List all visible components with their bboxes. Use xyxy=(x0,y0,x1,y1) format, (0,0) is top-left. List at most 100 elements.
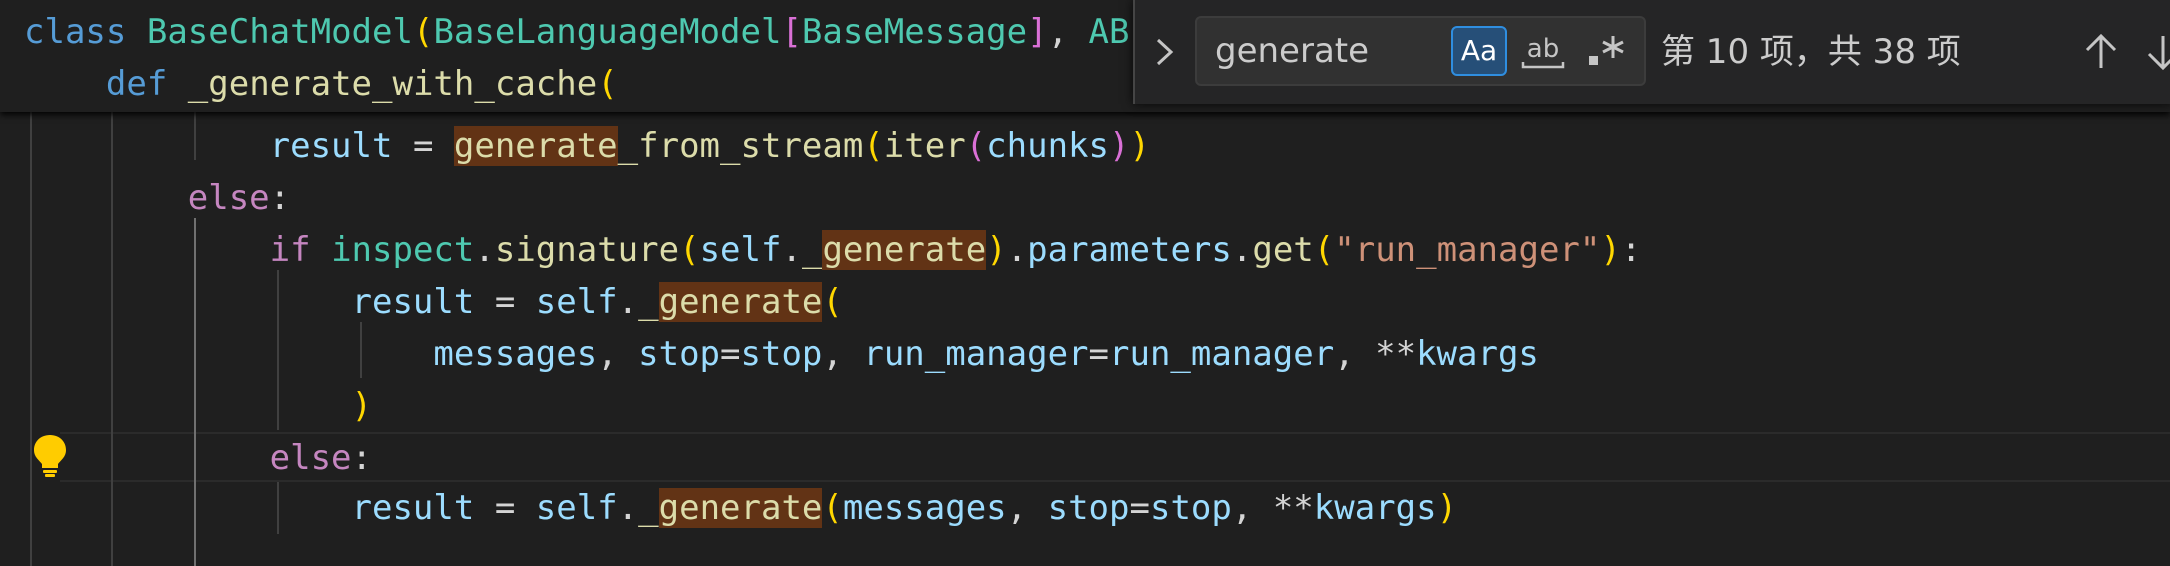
code-line[interactable]: ) xyxy=(24,380,372,432)
operator: = xyxy=(1088,334,1109,374)
comma: , xyxy=(1006,488,1048,528)
code-line[interactable]: else: xyxy=(24,432,372,484)
code-line[interactable]: if inspect.signature(self._generate).par… xyxy=(24,224,1641,276)
keyword: else xyxy=(269,438,352,478)
variable: messages xyxy=(433,334,598,374)
whole-word-label: ab xyxy=(1527,34,1559,64)
keyword: class xyxy=(24,12,127,52)
variable: result xyxy=(351,282,475,322)
operator: = xyxy=(474,488,536,528)
bracket: ) xyxy=(1600,230,1621,270)
keyword: else xyxy=(187,178,270,218)
function-name: _ xyxy=(638,282,659,322)
keyword: if xyxy=(269,230,311,270)
bracket: ( xyxy=(863,126,884,166)
operator: ** xyxy=(1375,334,1417,374)
bracket: ( xyxy=(1313,230,1335,270)
bracket: [ xyxy=(781,12,802,52)
variable: self xyxy=(699,230,782,270)
colon: : xyxy=(269,178,291,218)
find-widget[interactable]: Aa ab 第 10 项，共 38 项 xyxy=(1133,0,2170,104)
base-class: BaseLanguageModel xyxy=(433,12,782,52)
find-input-box[interactable]: Aa ab xyxy=(1195,16,1646,86)
module-name: inspect xyxy=(331,230,475,270)
bracket: ( xyxy=(679,230,700,270)
dot: . xyxy=(617,282,639,322)
code-line[interactable]: result = self._generate(messages, stop=s… xyxy=(24,482,1457,534)
comma: , xyxy=(1334,334,1376,374)
dot: . xyxy=(617,488,639,528)
function-name: get xyxy=(1252,230,1314,270)
comma: , xyxy=(597,334,639,374)
indent-guide xyxy=(30,112,32,566)
parameter: stop xyxy=(1047,488,1130,528)
indent-guide xyxy=(277,270,279,430)
find-input[interactable] xyxy=(1197,18,1455,84)
variable: kwargs xyxy=(1416,334,1539,374)
bracket: ) xyxy=(986,230,1007,270)
string-literal: "run_manager" xyxy=(1334,230,1601,270)
search-match: generate xyxy=(453,126,618,166)
comma: , xyxy=(1231,488,1273,528)
indent-guide xyxy=(277,482,279,534)
regex-icon xyxy=(1589,36,1624,65)
bracket: ( xyxy=(822,282,843,322)
operator: = xyxy=(392,126,454,166)
variable: self xyxy=(535,488,618,528)
comma: , xyxy=(822,334,864,374)
truncated-base: AB xyxy=(1088,12,1130,52)
current-line-highlight xyxy=(60,432,2170,482)
bracket: ( xyxy=(412,12,434,52)
variable: self xyxy=(535,282,618,322)
bracket: ) xyxy=(1436,488,1458,528)
parameter: stop xyxy=(638,334,721,374)
class-name: BaseChatModel xyxy=(146,12,413,52)
variable: messages xyxy=(842,488,1007,528)
function-name: iter xyxy=(883,126,966,166)
comma: , xyxy=(1047,12,1069,52)
function-name: _from_stream xyxy=(617,126,864,166)
lightbulb-icon[interactable] xyxy=(32,433,68,479)
match-count: 第 10 项，共 38 项 xyxy=(1661,32,1961,72)
dot: . xyxy=(781,230,802,270)
function-name: _ xyxy=(801,230,823,270)
dot: . xyxy=(1006,230,1028,270)
arrow-up-icon[interactable] xyxy=(2073,22,2129,82)
dot: . xyxy=(474,230,495,270)
indent-guide xyxy=(194,112,196,160)
bracket: ] xyxy=(1027,12,1048,52)
function-name: _generate_with_cache xyxy=(187,64,598,104)
whole-word-icon: ab xyxy=(1521,34,1565,69)
variable: kwargs xyxy=(1313,488,1437,528)
variable: chunks xyxy=(986,126,1109,166)
code-line[interactable]: result = generate_from_stream(iter(chunk… xyxy=(24,120,1150,172)
chevron-right-icon[interactable] xyxy=(1147,26,1183,78)
operator: = xyxy=(720,334,741,374)
regex-button[interactable] xyxy=(1579,26,1635,76)
parameter: run_manager xyxy=(863,334,1089,374)
operator: = xyxy=(474,282,536,322)
whole-word-button[interactable]: ab xyxy=(1515,26,1571,76)
function-name: _ xyxy=(638,488,659,528)
search-match: generate xyxy=(658,282,823,322)
bracket: ) xyxy=(1108,126,1130,166)
type-arg: BaseMessage xyxy=(801,12,1028,52)
bracket: ) xyxy=(1129,126,1150,166)
code-line[interactable]: else: xyxy=(24,172,290,224)
variable: run_manager xyxy=(1109,334,1335,374)
variable: stop xyxy=(740,334,823,374)
indent-guide xyxy=(111,112,113,566)
sticky-line-class[interactable]: class BaseChatModel(BaseLanguageModel[Ba… xyxy=(24,6,1130,58)
sticky-line-def[interactable]: def _generate_with_cache( xyxy=(24,58,618,110)
colon: : xyxy=(1620,230,1642,270)
arrow-down-icon[interactable] xyxy=(2135,22,2170,82)
search-match: generate xyxy=(822,230,987,270)
variable: result xyxy=(351,488,475,528)
bracket: ( xyxy=(597,64,618,104)
code-line[interactable]: messages, stop=stop, run_manager=run_man… xyxy=(24,328,1539,380)
code-line[interactable]: result = self._generate( xyxy=(24,276,843,328)
bracket: ( xyxy=(822,488,843,528)
dot: . xyxy=(1231,230,1253,270)
match-case-button[interactable]: Aa xyxy=(1451,26,1507,76)
function-name: signature xyxy=(494,230,680,270)
